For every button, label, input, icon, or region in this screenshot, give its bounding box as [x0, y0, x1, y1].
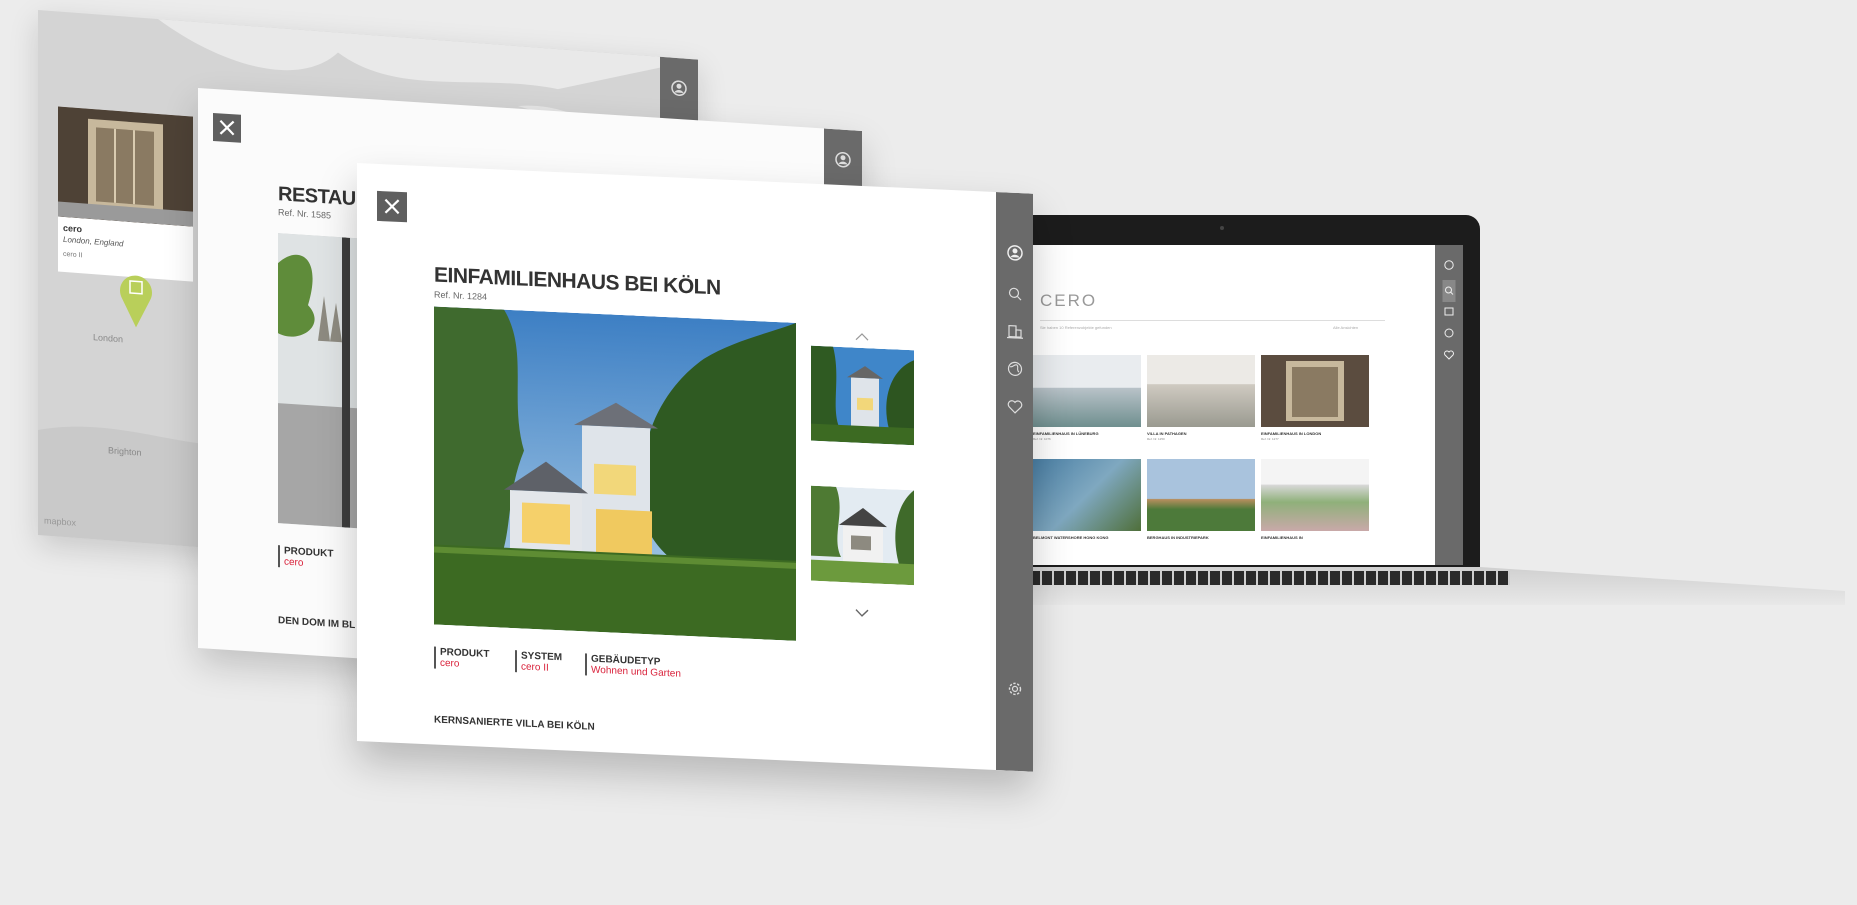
heart-icon[interactable]	[1007, 398, 1023, 419]
tile-title: BERGHAUS IN INDUSTRIEPARK	[1147, 535, 1209, 540]
search-icon[interactable]	[1008, 287, 1022, 307]
tile-title: EINFAMILIENHAUS IN	[1261, 535, 1303, 540]
laptop-subtitle: Sie haben 10 Referenzobjekte gefunden	[1040, 325, 1112, 330]
popup-system: cero II	[63, 250, 83, 260]
laptop-keyboard	[1030, 571, 1510, 585]
user-icon[interactable]	[835, 151, 851, 173]
globe-icon[interactable]	[1007, 360, 1023, 382]
system-value[interactable]: cero II	[521, 661, 562, 674]
laptop-tile-3[interactable]: EINFAMILIENHAUS IN LONDON Ref. Nr. 1277	[1261, 355, 1369, 445]
front-card-sidebar	[996, 192, 1033, 772]
carousel-thumb-2[interactable]	[811, 485, 914, 586]
search-icon[interactable]	[1442, 280, 1456, 302]
product-value[interactable]: cero	[440, 658, 489, 671]
laptop-tile-2[interactable]: VILLA IN PATHAGEN Ref. Nr. 1250	[1147, 355, 1255, 445]
laptop-tile-1[interactable]: EINFAMILIENHAUS IN LÜNEBURG Ref. Nr. 107…	[1033, 355, 1141, 445]
house-facade-image	[58, 106, 193, 227]
tile-title: BELMONT WATERSHORE HONG KONG	[1033, 535, 1109, 540]
ref-number: Ref. Nr. 1585	[278, 207, 332, 221]
tile-ref: Ref. Nr. 1250	[1147, 437, 1165, 441]
main-photo[interactable]	[434, 306, 796, 641]
close-button[interactable]: ×	[377, 190, 407, 223]
heart-icon[interactable]	[1444, 347, 1454, 365]
carousel-thumb-1[interactable]	[811, 345, 914, 446]
globe-icon[interactable]	[1444, 325, 1454, 343]
settings-icon[interactable]	[1007, 680, 1023, 702]
tile-title: VILLA IN PATHAGEN	[1147, 431, 1187, 436]
laptop-brand: CERO	[1040, 291, 1098, 310]
section-title: KERNSANIERTE VILLA BEI KÖLN	[434, 714, 595, 733]
tile-image	[1261, 459, 1369, 531]
user-icon[interactable]	[1006, 244, 1023, 266]
tile-title: EINFAMILIENHAUS IN LÜNEBURG	[1033, 431, 1099, 436]
house-photo	[434, 306, 796, 641]
tile-ref: Ref. Nr. 1277	[1261, 437, 1279, 441]
laptop-tile-5[interactable]: BERGHAUS IN INDUSTRIEPARK	[1147, 459, 1255, 549]
system-meta: SYSTEM cero II	[515, 650, 563, 675]
popup-photo	[58, 106, 193, 227]
laptop-right-link[interactable]: Alle Ansichten	[1333, 325, 1358, 330]
popup-title: cero	[63, 222, 83, 235]
front-detail-card: × EINFAMILIENHAUS BEI KÖLN Ref. Nr. 1284	[357, 163, 1033, 772]
carousel-down-button[interactable]	[855, 604, 869, 623]
building-icon[interactable]	[1006, 322, 1023, 344]
laptop-sidebar	[1435, 245, 1463, 565]
section-title: DEN DOM IM BL	[278, 615, 356, 632]
carousel-up-button[interactable]	[855, 328, 869, 345]
tile-ref: Ref. Nr. 1076	[1033, 437, 1051, 441]
tile-image	[1033, 355, 1141, 427]
ref-number: Ref. Nr. 1284	[434, 289, 488, 302]
tile-image	[1147, 459, 1255, 531]
tile-title: EINFAMILIENHAUS IN LONDON	[1261, 431, 1322, 436]
tile-image	[1261, 355, 1369, 427]
map-popup[interactable]: cero London, England cero II	[58, 106, 193, 282]
product-meta: PRODUKT cero	[278, 545, 334, 571]
popup-location: London, England	[63, 234, 124, 249]
laptop-divider	[1040, 320, 1385, 321]
close-button[interactable]: ×	[213, 112, 241, 144]
map-label-london: London	[93, 332, 124, 345]
user-icon[interactable]	[671, 80, 687, 102]
tile-image	[1147, 355, 1255, 427]
building-type-meta: GEBÄUDETYP Wohnen und Garten	[585, 653, 681, 680]
laptop-camera	[1220, 226, 1224, 230]
laptop-screen: CERO Sie haben 10 Referenzobjekte gefund…	[1028, 245, 1463, 565]
map-pin-icon[interactable]	[116, 268, 156, 331]
product-meta: PRODUKT cero	[434, 646, 490, 672]
tile-image	[1033, 459, 1141, 531]
laptop-tile-4[interactable]: BELMONT WATERSHORE HONG KONG	[1033, 459, 1141, 549]
building-icon[interactable]	[1444, 303, 1454, 321]
user-icon[interactable]	[1444, 257, 1454, 275]
laptop-tile-6[interactable]: EINFAMILIENHAUS IN	[1261, 459, 1369, 549]
laptop: CERO Sie haben 10 Referenzobjekte gefund…	[1010, 215, 1845, 635]
